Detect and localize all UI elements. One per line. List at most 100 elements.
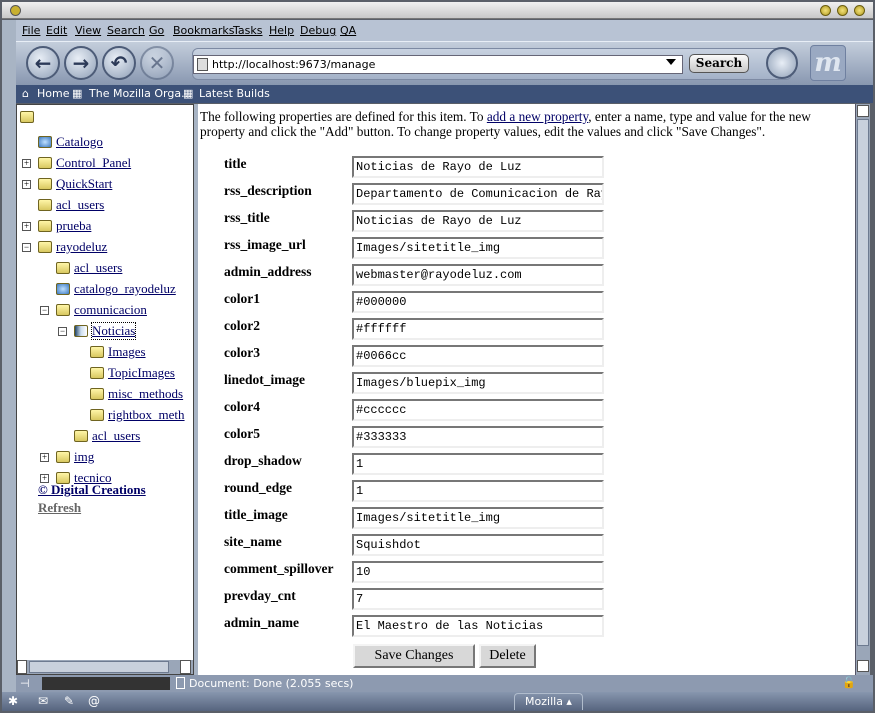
- folder-icon[interactable]: [56, 451, 70, 463]
- menu-go[interactable]: Go: [149, 24, 164, 37]
- property-input-comment-spillover[interactable]: 10: [352, 561, 604, 583]
- property-input-admin-address[interactable]: webmaster@rayodeluz.com: [352, 264, 604, 286]
- folder-icon[interactable]: [38, 241, 52, 253]
- expand-icon[interactable]: +: [40, 453, 49, 462]
- folder-icon[interactable]: [20, 111, 34, 123]
- tree-item[interactable]: TopicImages: [108, 365, 175, 381]
- folder-icon[interactable]: [38, 220, 52, 232]
- folder-icon[interactable]: [90, 409, 104, 421]
- tree-item[interactable]: rayodeluz: [56, 239, 107, 255]
- user-folder-icon[interactable]: [74, 430, 88, 442]
- collapse-icon[interactable]: −: [40, 306, 49, 315]
- bookmark-home[interactable]: Home: [37, 87, 69, 100]
- property-input-color5[interactable]: #333333: [352, 426, 604, 448]
- tree-item[interactable]: prueba: [56, 218, 91, 234]
- url-dropdown-icon[interactable]: [666, 59, 676, 65]
- minimize-icon[interactable]: [820, 5, 831, 16]
- scroll-down-button[interactable]: [857, 660, 869, 672]
- tree-item[interactable]: catalogo_rayodeluz: [74, 281, 176, 297]
- tree-refresh-link[interactable]: Refresh: [38, 500, 81, 516]
- menu-view[interactable]: View: [75, 24, 101, 37]
- property-input-linedot-image[interactable]: Images/bluepix_img: [352, 372, 604, 394]
- tree-item[interactable]: acl_users: [56, 197, 104, 213]
- delete-button[interactable]: Delete: [479, 644, 536, 668]
- catalog-icon[interactable]: [56, 283, 70, 295]
- property-input-rss-image-url[interactable]: Images/sitetitle_img: [352, 237, 604, 259]
- tree-item[interactable]: Catalogo: [56, 134, 103, 150]
- tree-item[interactable]: img: [74, 449, 94, 465]
- tree-footer-copyright[interactable]: © Digital Creations: [38, 482, 146, 498]
- stop-button[interactable]: ✕: [140, 46, 174, 80]
- bookmark-mozilla-org[interactable]: The Mozilla Orga...: [89, 87, 192, 100]
- menu-qa[interactable]: QA: [340, 24, 356, 37]
- reload-button[interactable]: ↶: [102, 46, 136, 80]
- tree-item[interactable]: Control_Panel: [56, 155, 131, 171]
- property-input-color1[interactable]: #000000: [352, 291, 604, 313]
- property-input-rss-title[interactable]: Noticias de Rayo de Luz: [352, 210, 604, 232]
- scroll-thumb[interactable]: [29, 661, 169, 673]
- folder-icon[interactable]: [56, 304, 70, 316]
- back-button[interactable]: ←: [26, 46, 60, 80]
- folder-icon[interactable]: [90, 388, 104, 400]
- save-changes-button[interactable]: Save Changes: [353, 644, 475, 668]
- property-input-color3[interactable]: #0066cc: [352, 345, 604, 367]
- scroll-left-button[interactable]: [17, 660, 27, 674]
- mozilla-task-button[interactable]: Mozilla ▴: [514, 693, 583, 710]
- folder-icon[interactable]: [90, 346, 104, 358]
- property-input-drop-shadow[interactable]: 1: [352, 453, 604, 475]
- menu-bookmarks[interactable]: Bookmarks: [173, 24, 234, 37]
- property-input-rss-description[interactable]: Departamento de Comunicacion de Rayo: [352, 183, 604, 205]
- folder-icon[interactable]: [38, 178, 52, 190]
- print-button[interactable]: [766, 47, 798, 79]
- forward-button[interactable]: →: [64, 46, 98, 80]
- user-folder-icon[interactable]: [56, 262, 70, 274]
- user-folder-icon[interactable]: [38, 199, 52, 211]
- mail-icon[interactable]: ✉: [38, 694, 48, 708]
- tree-item[interactable]: Images: [108, 344, 146, 360]
- scroll-thumb[interactable]: [857, 119, 869, 646]
- online-icon[interactable]: ⊣: [20, 677, 30, 690]
- scroll-up-button[interactable]: [857, 105, 869, 117]
- tree-item[interactable]: comunicacion: [74, 302, 147, 318]
- folder-icon[interactable]: [90, 367, 104, 379]
- address-book-icon[interactable]: @: [88, 694, 100, 708]
- expand-icon[interactable]: +: [22, 180, 31, 189]
- menu-search[interactable]: Search: [107, 24, 145, 37]
- expand-icon[interactable]: +: [22, 159, 31, 168]
- tree-horizontal-scrollbar[interactable]: [17, 660, 193, 674]
- catalog-icon[interactable]: [38, 136, 52, 148]
- tree-item[interactable]: rightbox_meth: [108, 407, 185, 423]
- squishsite-icon[interactable]: [74, 325, 88, 337]
- collapse-icon[interactable]: −: [58, 327, 67, 336]
- maximize-icon[interactable]: [837, 5, 848, 16]
- menu-help[interactable]: Help: [269, 24, 294, 37]
- window-menu-icon[interactable]: [10, 5, 21, 16]
- toolbar-grippies[interactable]: [2, 20, 16, 710]
- property-input-color4[interactable]: #cccccc: [352, 399, 604, 421]
- tree-item[interactable]: Noticias: [90, 322, 137, 340]
- menu-file[interactable]: File: [22, 24, 40, 37]
- title-bar[interactable]: [2, 2, 873, 19]
- expand-icon[interactable]: +: [22, 222, 31, 231]
- scroll-right-button[interactable]: [180, 660, 191, 674]
- menu-edit[interactable]: Edit: [46, 24, 67, 37]
- close-icon[interactable]: [854, 5, 865, 16]
- tree-item[interactable]: acl_users: [92, 428, 140, 444]
- menu-debug[interactable]: Debug: [300, 24, 336, 37]
- property-input-title[interactable]: Noticias de Rayo de Luz: [352, 156, 604, 178]
- menu-tasks[interactable]: Tasks: [233, 24, 262, 37]
- property-input-site-name[interactable]: Squishdot: [352, 534, 604, 556]
- page-proxy-icon[interactable]: [197, 58, 208, 71]
- property-input-title-image[interactable]: Images/sitetitle_img: [352, 507, 604, 529]
- property-input-admin-name[interactable]: El Maestro de las Noticias: [352, 615, 604, 637]
- property-input-color2[interactable]: #ffffff: [352, 318, 604, 340]
- navigator-icon[interactable]: ✱: [8, 694, 18, 708]
- property-input-round-edge[interactable]: 1: [352, 480, 604, 502]
- composer-icon[interactable]: ✎: [64, 694, 74, 708]
- tree-item[interactable]: QuickStart: [56, 176, 112, 192]
- search-button[interactable]: Search: [689, 54, 749, 73]
- property-input-prevday-cnt[interactable]: 7: [352, 588, 604, 610]
- bookmark-latest-builds[interactable]: Latest Builds: [199, 87, 270, 100]
- add-property-link[interactable]: add a new property: [487, 109, 588, 124]
- tree-item[interactable]: misc_methods: [108, 386, 183, 402]
